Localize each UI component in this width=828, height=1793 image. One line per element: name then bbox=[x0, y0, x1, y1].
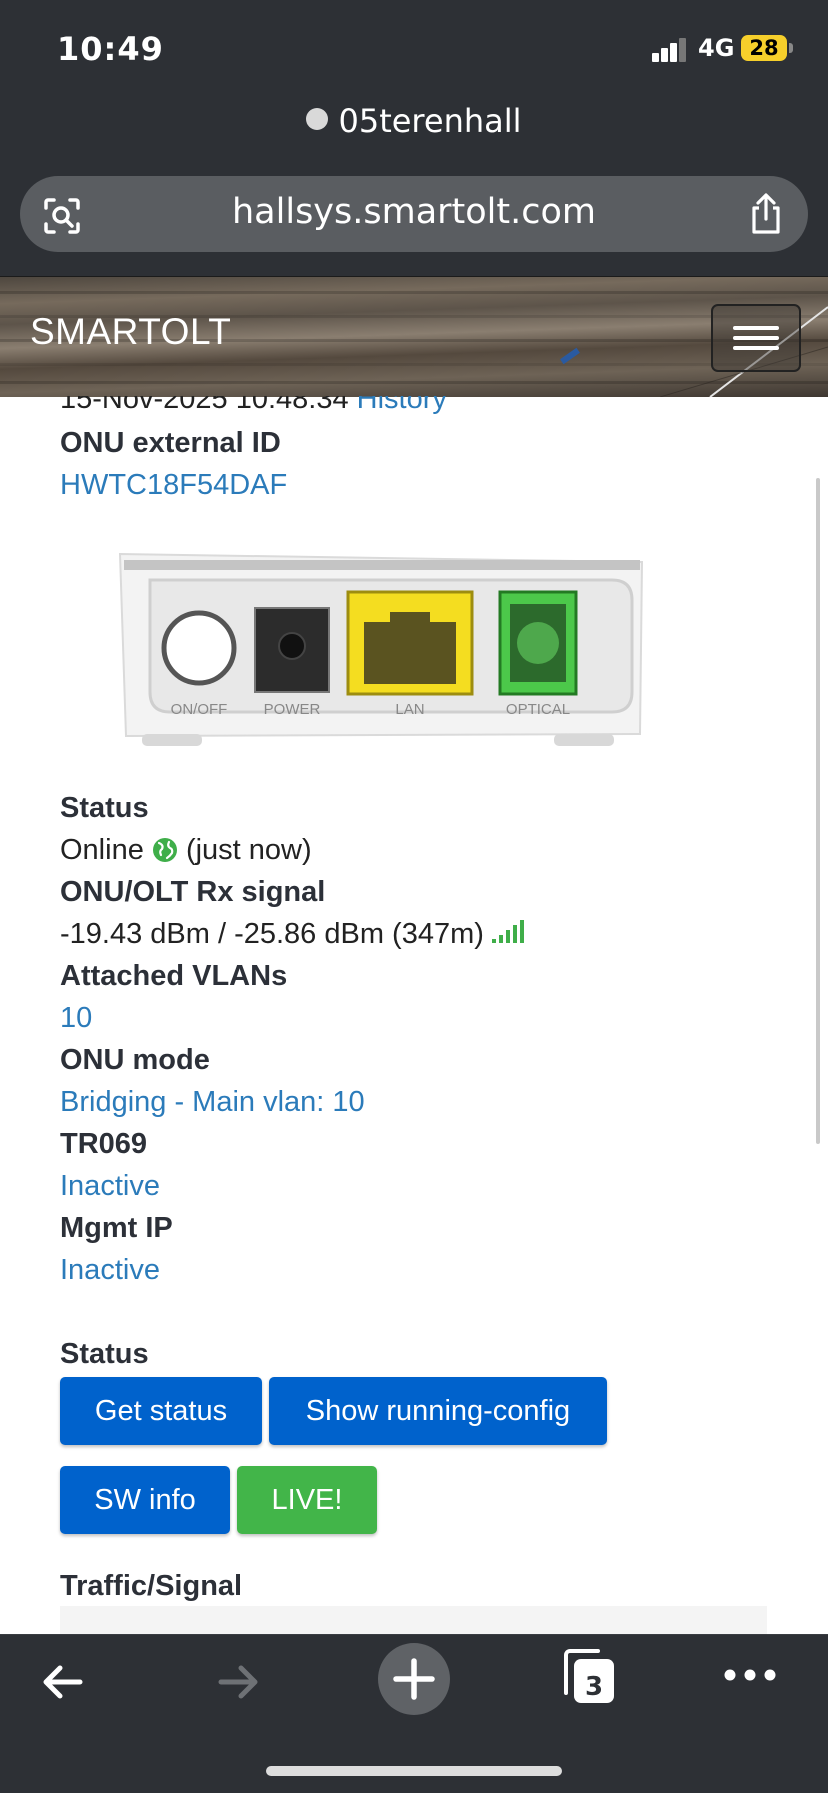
tab-title-text: 05terenhall bbox=[338, 102, 522, 140]
mgmt-ip-value[interactable]: Inactive bbox=[60, 1254, 160, 1287]
status-time: (just now) bbox=[185, 834, 312, 866]
more-options-icon[interactable] bbox=[724, 1665, 776, 1685]
show-running-config-button[interactable]: Show running-config bbox=[269, 1377, 607, 1445]
vlans-value[interactable]: 10 bbox=[60, 1002, 92, 1035]
clock: 10:49 bbox=[57, 30, 164, 68]
share-icon[interactable] bbox=[746, 192, 786, 236]
onu-mode-label: ONU mode bbox=[60, 1044, 210, 1076]
external-id-label: ONU external ID bbox=[60, 427, 281, 459]
tab-title[interactable]: 05terenhall bbox=[0, 102, 828, 140]
get-status-button[interactable]: Get status bbox=[60, 1377, 262, 1445]
site-navbar: SMARTOLT bbox=[0, 276, 828, 397]
brand-logo[interactable]: SMARTOLT bbox=[30, 311, 231, 353]
onu-mode-value[interactable]: Bridging - Main vlan: 10 bbox=[60, 1086, 365, 1119]
onu-device-image: ON/OFF POWER LAN OPTICAL bbox=[112, 544, 644, 754]
rx-signal-value: -19.43 dBm / -25.86 dBm (347m) bbox=[60, 918, 484, 950]
tr069-label: TR069 bbox=[60, 1128, 148, 1160]
tabs-overview-icon[interactable]: 3 bbox=[560, 1647, 618, 1709]
vlans-label: Attached VLANs bbox=[60, 960, 288, 992]
port-label-power: POWER bbox=[264, 701, 321, 718]
url-text: hallsys.smartolt.com bbox=[231, 192, 596, 232]
status-label: Status bbox=[60, 792, 149, 824]
mgmt-ip-label: Mgmt IP bbox=[60, 1212, 173, 1244]
cellular-signal-icon bbox=[652, 38, 688, 62]
signal-strength-icon bbox=[491, 920, 524, 943]
rx-signal-row: -19.43 dBm / -25.86 dBm (347m) bbox=[60, 918, 524, 951]
status-row: Online (just now) bbox=[60, 834, 312, 867]
tr069-value[interactable]: Inactive bbox=[60, 1170, 160, 1203]
port-label-optical: OPTICAL bbox=[506, 701, 570, 718]
actions-section-label: Status bbox=[60, 1338, 149, 1370]
back-arrow-icon[interactable] bbox=[38, 1657, 88, 1707]
port-label-onoff: ON/OFF bbox=[171, 701, 228, 718]
home-indicator[interactable] bbox=[266, 1766, 562, 1776]
external-id-value[interactable]: HWTC18F54DAF bbox=[60, 469, 287, 502]
live-button[interactable]: LIVE! bbox=[237, 1466, 377, 1534]
traffic-signal-label: Traffic/Signal bbox=[60, 1570, 243, 1602]
sw-info-button[interactable]: SW info bbox=[60, 1466, 230, 1534]
page-scrollbar[interactable] bbox=[816, 478, 820, 1144]
port-label-lan: LAN bbox=[395, 701, 424, 718]
status-value: Online bbox=[60, 834, 144, 866]
browser-title-bar: 05terenhall bbox=[0, 98, 828, 176]
status-bar: 10:49 4G 28 bbox=[0, 0, 828, 98]
new-tab-plus-icon[interactable] bbox=[378, 1643, 450, 1715]
globe-online-icon bbox=[152, 838, 177, 862]
address-bar[interactable]: hallsys.smartolt.com bbox=[20, 176, 808, 252]
traffic-signal-panel bbox=[60, 1606, 767, 1636]
tabs-count: 3 bbox=[585, 1672, 603, 1702]
network-type: 4G bbox=[698, 34, 735, 62]
history-link[interactable]: History bbox=[357, 396, 447, 415]
timestamp-row: 15-Nov-2025 10:48:34 History bbox=[60, 396, 760, 424]
rx-signal-label: ONU/OLT Rx signal bbox=[60, 876, 326, 908]
battery-tip bbox=[789, 43, 793, 53]
url-area: hallsys.smartolt.com bbox=[0, 176, 828, 276]
hamburger-menu-button[interactable] bbox=[711, 304, 801, 372]
site-dot-icon bbox=[306, 108, 329, 130]
navbar-decoration-mark bbox=[560, 347, 580, 365]
last-updated-timestamp: 15-Nov-2025 10:48:34 bbox=[60, 396, 349, 415]
battery-icon: 28 bbox=[741, 35, 787, 61]
forward-arrow-icon[interactable] bbox=[213, 1657, 263, 1707]
